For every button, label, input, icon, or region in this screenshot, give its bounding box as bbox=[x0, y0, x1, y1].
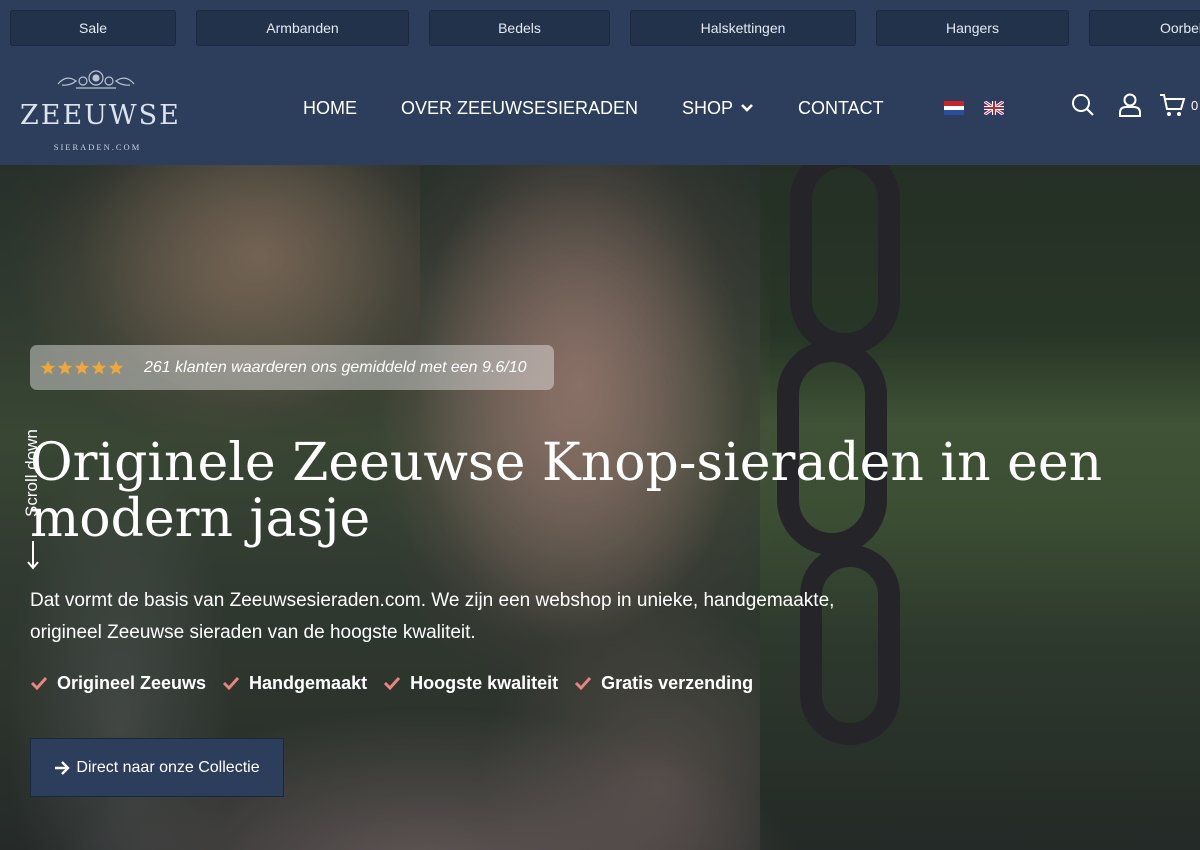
usp-label: Origineel Zeeuws bbox=[57, 672, 207, 693]
category-armbanden[interactable]: Armbanden bbox=[196, 10, 409, 46]
category-hangers[interactable]: Hangers bbox=[876, 10, 1069, 46]
category-halskettingen[interactable]: Halskettingen bbox=[630, 10, 856, 46]
category-bedels[interactable]: Bedels bbox=[429, 10, 610, 46]
rating-text: 261 klanten waarderen ons gemiddeld met … bbox=[144, 358, 527, 376]
nav-home[interactable]: HOME bbox=[303, 96, 357, 120]
check-icon bbox=[575, 676, 592, 690]
nav-shop-label: SHOP bbox=[682, 97, 734, 118]
nav-about[interactable]: OVER ZEEUWSESIERADEN bbox=[401, 96, 638, 120]
logo-subtitle: SIERADEN.COM bbox=[53, 142, 142, 152]
star-icon bbox=[74, 360, 90, 374]
usp-item: Gratis verzending bbox=[574, 671, 753, 695]
usp-list: Origineel Zeeuws Handgemaakt Hoogste kwa… bbox=[30, 671, 769, 695]
rating-badge[interactable]: 261 klanten waarderen ons gemiddeld met … bbox=[30, 345, 554, 390]
collection-cta-button[interactable]: Direct naar onze Collectie bbox=[30, 738, 284, 797]
check-icon bbox=[384, 676, 401, 690]
usp-label: Hoogste kwaliteit bbox=[410, 672, 559, 693]
cart-icon[interactable] bbox=[1159, 92, 1187, 118]
flag-en-icon[interactable] bbox=[984, 101, 1004, 115]
hero-subtitle: Dat vormt de basis van Zeeuwsesieraden.c… bbox=[30, 590, 835, 643]
rating-stars bbox=[40, 360, 124, 376]
usp-item: Hoogste kwaliteit bbox=[383, 671, 558, 695]
check-icon bbox=[222, 676, 240, 690]
star-icon bbox=[40, 360, 56, 374]
logo-wordmark: ZEEUWSE bbox=[20, 100, 181, 131]
user-icon[interactable] bbox=[1117, 92, 1143, 118]
cart-count: 0 bbox=[1191, 98, 1199, 113]
nav-shop[interactable]: SHOP bbox=[682, 96, 754, 120]
star-icon bbox=[91, 360, 107, 374]
chevron-down-icon bbox=[741, 104, 753, 112]
category-oorbellen[interactable]: Oorbellen bbox=[1089, 10, 1200, 46]
star-icon bbox=[57, 360, 73, 374]
usp-label: Gratis verzending bbox=[601, 672, 754, 693]
check-icon bbox=[30, 676, 48, 690]
arrow-right-icon bbox=[55, 760, 71, 775]
collection-cta-label: Direct naar onze Collectie bbox=[76, 758, 260, 776]
usp-item: Handgemaakt bbox=[222, 671, 367, 695]
nav-contact[interactable]: CONTACT bbox=[798, 96, 884, 120]
hero-title: Originele Zeeuwse Knop-sieraden in een m… bbox=[30, 433, 1103, 549]
usp-label: Handgemaakt bbox=[249, 672, 368, 693]
star-icon bbox=[108, 360, 124, 374]
site-logo[interactable]: ZEEUWSE SIERADEN.COM bbox=[20, 64, 181, 156]
hero-banner: 261 klanten waarderen ons gemiddeld met … bbox=[0, 165, 1200, 850]
category-sale[interactable]: Sale bbox=[10, 10, 176, 46]
site-header: ZEEUWSE SIERADEN.COM HOME OVER ZEEUWSESI… bbox=[0, 56, 1200, 165]
usp-item: Origineel Zeeuws bbox=[30, 671, 206, 695]
flag-nl-icon[interactable] bbox=[944, 101, 964, 115]
search-icon[interactable] bbox=[1070, 92, 1096, 118]
category-strip: Sale Armbanden Bedels Halskettingen Hang… bbox=[0, 0, 1200, 56]
logo-ornament-icon bbox=[57, 70, 135, 89]
